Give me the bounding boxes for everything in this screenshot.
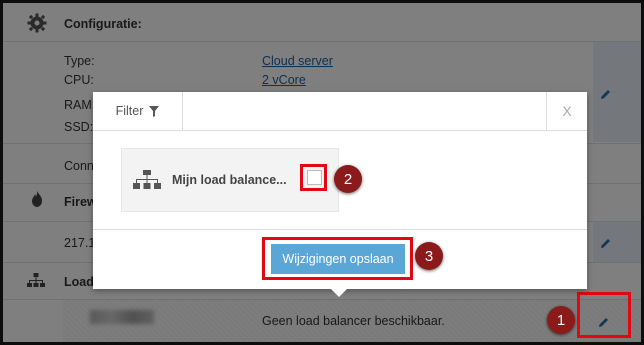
filter-label: Filter xyxy=(115,104,144,118)
divider xyxy=(93,229,587,230)
modal-pointer xyxy=(331,289,347,297)
filter-modal: Filter X Mijn load balance... 2 Wijzigin… xyxy=(93,92,587,297)
annotation-badge-3: 3 xyxy=(415,242,443,270)
annotation-badge-2: 2 xyxy=(334,165,362,193)
loadbalancer-name: Mijn load balance... xyxy=(172,173,287,187)
highlight-save-button xyxy=(262,237,413,280)
highlight-edit-button xyxy=(577,292,631,338)
modal-header: Filter X xyxy=(93,92,587,131)
filter-tab[interactable]: Filter xyxy=(93,92,183,130)
close-button[interactable]: X xyxy=(546,92,587,130)
sitemap-icon xyxy=(133,170,161,189)
highlight-checkbox xyxy=(300,164,327,191)
filter-icon xyxy=(149,105,160,117)
annotation-badge-1: 1 xyxy=(547,306,575,334)
